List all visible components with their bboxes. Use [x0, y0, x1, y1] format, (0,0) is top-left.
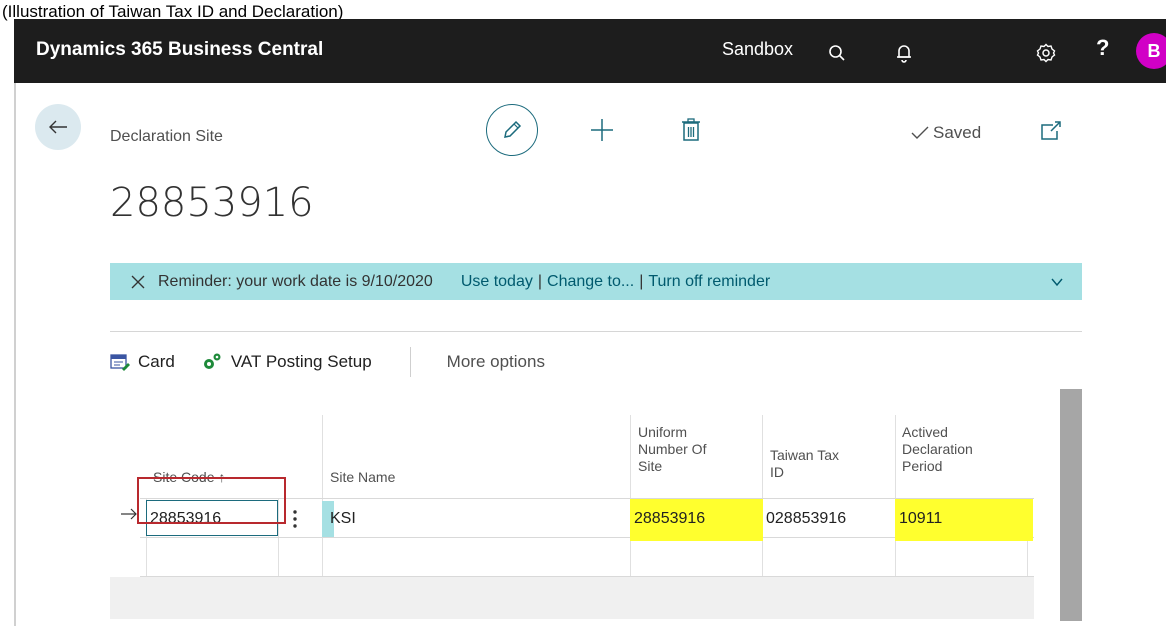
chevron-down-icon[interactable] — [1050, 275, 1064, 289]
cell-taiwan-tax-id[interactable]: 028853916 — [766, 509, 846, 529]
header-line: Declaration — [902, 441, 973, 457]
app-bar: Dynamics 365 Business Central Sandbox ? … — [14, 19, 1166, 83]
left-frame-border — [14, 83, 16, 626]
header-line: Uniform — [638, 424, 688, 440]
back-button[interactable] — [35, 104, 81, 150]
edit-button[interactable] — [486, 104, 538, 156]
action-bar: Card VAT Posting Setup More options — [110, 347, 545, 377]
vat-posting-setup-action[interactable]: VAT Posting Setup — [201, 352, 372, 372]
header-line: ID — [770, 464, 784, 480]
card-icon — [110, 354, 130, 371]
section-divider — [110, 331, 1082, 332]
new-record-button[interactable] — [590, 118, 614, 142]
record-title: 28853916 — [110, 180, 314, 226]
card-action[interactable]: Card — [110, 352, 175, 372]
close-icon[interactable] — [130, 274, 146, 290]
current-row-arrow-icon — [120, 507, 138, 521]
column-divider — [895, 415, 896, 577]
notification-bell-icon[interactable] — [892, 41, 916, 65]
user-avatar[interactable]: B — [1136, 33, 1166, 69]
reminder-text: Reminder: your work date is 9/10/2020 — [158, 272, 433, 290]
header-line: Period — [902, 458, 943, 474]
column-header-taiwan-tax-id[interactable]: Taiwan Tax ID — [770, 447, 839, 481]
header-line: Actived — [902, 424, 948, 440]
page-caption: Declaration Site — [110, 128, 223, 145]
saved-status: Saved — [911, 123, 981, 143]
cell-uniform-number-of-site[interactable]: 28853916 — [634, 509, 705, 529]
link-separator: | — [537, 272, 543, 290]
grid-empty-area — [110, 577, 1034, 619]
environment-name[interactable]: Sandbox — [722, 39, 793, 60]
column-divider — [762, 415, 763, 577]
column-header-actived-declaration-period[interactable]: Actived Declaration Period — [902, 424, 973, 475]
gears-icon — [203, 353, 221, 369]
work-date-reminder-bar: Reminder: your work date is 9/10/2020 Us… — [110, 263, 1082, 300]
turn-off-reminder-link[interactable]: Turn off reminder — [648, 273, 770, 291]
column-divider — [630, 415, 631, 577]
header-line: Site — [638, 458, 663, 474]
pencil-icon — [504, 120, 522, 138]
more-options-button[interactable]: More options — [447, 352, 545, 372]
saved-label: Saved — [933, 123, 982, 142]
column-header-site-name[interactable]: Site Name — [330, 469, 395, 486]
column-header-uniform-number-of-site[interactable]: Uniform Number Of Site — [638, 424, 706, 475]
open-new-window-button[interactable] — [1040, 120, 1062, 142]
vat-posting-setup-label: VAT Posting Setup — [230, 352, 372, 371]
card-label: Card — [138, 352, 175, 371]
cell-site-name[interactable]: KSI — [330, 509, 356, 529]
use-today-link[interactable]: Use today — [461, 273, 533, 291]
link-separator: | — [639, 272, 644, 290]
declaration-site-list: Site Code ↑ Site Name Uniform Number Of … — [110, 389, 1082, 626]
gear-icon[interactable] — [1034, 41, 1058, 65]
popout-icon — [1041, 121, 1061, 140]
help-icon[interactable]: ? — [1096, 35, 1109, 61]
trash-icon — [682, 118, 700, 141]
checkmark-icon — [911, 126, 929, 139]
column-divider — [322, 415, 323, 577]
selected-cell-outline — [137, 477, 286, 524]
app-title[interactable]: Dynamics 365 Business Central — [36, 39, 323, 61]
action-separator — [409, 347, 411, 377]
vertical-scrollbar[interactable] — [1060, 389, 1082, 621]
back-arrow-icon — [49, 120, 67, 134]
delete-button[interactable] — [681, 118, 705, 144]
reminder-actions: Use today | Change to... | Turn off remi… — [461, 273, 770, 291]
plus-icon — [591, 119, 613, 141]
change-to-link[interactable]: Change to... — [547, 273, 634, 291]
search-icon[interactable] — [825, 41, 849, 65]
header-line: Taiwan Tax — [770, 447, 840, 463]
row-divider — [140, 576, 1034, 577]
header-line: Number Of — [638, 441, 707, 457]
row-menu-icon[interactable] — [291, 507, 299, 531]
cell-actived-declaration-period[interactable]: 10911 — [899, 509, 942, 529]
